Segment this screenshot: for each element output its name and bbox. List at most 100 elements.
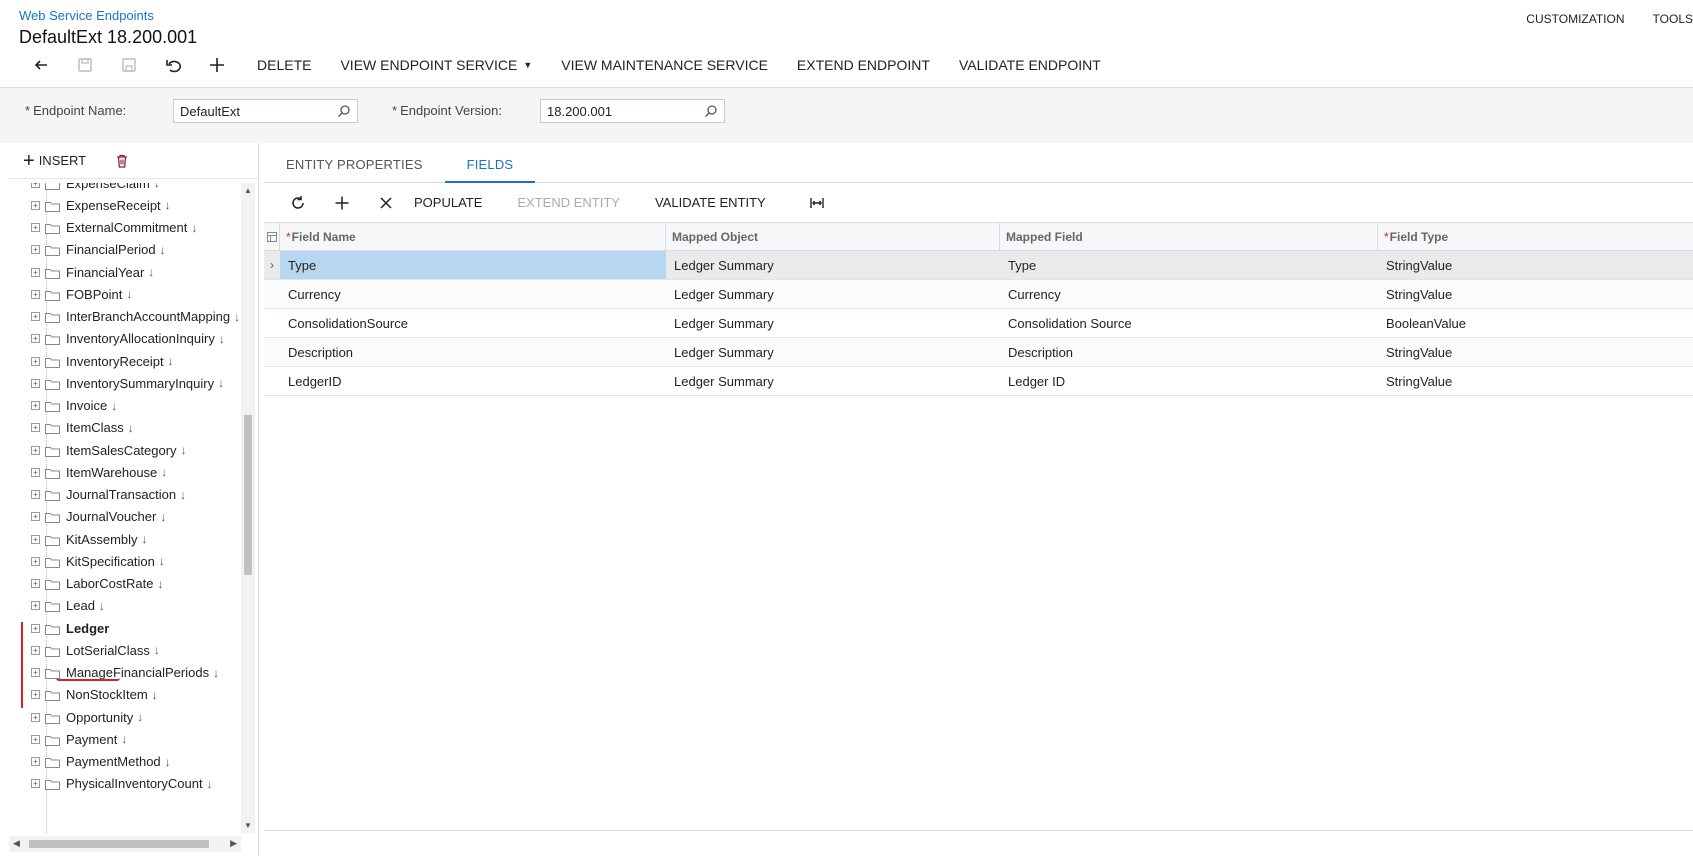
scroll-left-icon[interactable]: ◀ <box>13 838 20 849</box>
table-row[interactable]: › Type Ledger Summary Type StringValue <box>264 251 1693 280</box>
expand-icon[interactable]: + <box>31 378 40 388</box>
customization-menu[interactable]: CUSTOMIZATION <box>1526 12 1624 26</box>
tree-item[interactable]: + KitSpecification ↓ <box>31 550 165 572</box>
breadcrumb[interactable]: Web Service Endpoints <box>19 8 154 23</box>
save-close-button[interactable] <box>63 52 107 78</box>
insert-button[interactable]: + INSERT <box>23 151 86 171</box>
tree-item[interactable]: + PhysicalInventoryCount ↓ <box>31 773 213 795</box>
expand-icon[interactable]: + <box>31 712 40 722</box>
expand-icon[interactable]: + <box>31 401 40 410</box>
cell-field-name[interactable]: LedgerID <box>280 367 666 395</box>
cell-mapped-object[interactable]: Ledger Summary <box>666 338 1000 366</box>
view-maintenance-service-button[interactable]: VIEW MAINTENANCE SERVICE <box>561 57 768 73</box>
cell-field-type[interactable]: BooleanValue <box>1378 309 1693 337</box>
refresh-button[interactable] <box>276 189 320 217</box>
fit-columns-button[interactable] <box>795 189 839 217</box>
tree-item[interactable]: + FinancialYear ↓ <box>31 261 154 283</box>
extend-endpoint-button[interactable]: EXTEND ENDPOINT <box>797 57 930 73</box>
extend-entity-button[interactable]: EXTEND ENTITY <box>517 195 620 210</box>
column-header-mapped-field[interactable]: Mapped Field <box>1000 223 1378 250</box>
expand-icon[interactable]: + <box>31 445 40 455</box>
tree-item[interactable]: + PaymentMethod ↓ <box>31 751 171 773</box>
table-row[interactable]: ConsolidationSource Ledger Summary Consoli… <box>264 309 1693 338</box>
scroll-thumb[interactable] <box>244 415 252 575</box>
tree-item[interactable]: + ItemWarehouse ↓ <box>31 461 167 483</box>
endpoint-name-field[interactable]: DefaultExt <box>173 99 358 123</box>
cell-mapped-field[interactable]: Currency <box>1000 280 1378 308</box>
expand-icon[interactable]: + <box>31 601 40 611</box>
column-header-mapped-object[interactable]: Mapped Object <box>666 223 1000 250</box>
expand-icon[interactable]: + <box>31 200 40 210</box>
search-icon[interactable] <box>704 104 718 118</box>
expand-icon[interactable]: + <box>31 779 40 789</box>
tree-item[interactable]: + KitAssembly ↓ <box>31 528 148 550</box>
expand-icon[interactable]: + <box>31 223 40 232</box>
cell-field-name[interactable]: Description <box>280 338 666 366</box>
populate-button[interactable]: POPULATE <box>414 195 482 210</box>
delete-row-button[interactable] <box>364 189 408 217</box>
expand-icon[interactable]: + <box>31 534 40 544</box>
tree-item[interactable]: + InventoryReceipt ↓ <box>31 350 174 372</box>
expand-icon[interactable]: + <box>31 579 40 588</box>
tree-item[interactable]: + Invoice ↓ <box>31 395 117 417</box>
expand-icon[interactable]: + <box>31 645 40 655</box>
add-row-button[interactable] <box>320 189 364 217</box>
cell-mapped-object[interactable]: Ledger Summary <box>666 251 1000 279</box>
add-button[interactable] <box>195 52 239 78</box>
tree-item[interactable]: + ExternalCommitment ↓ <box>31 217 197 239</box>
tree-item[interactable]: + ExpenseClaim ↓ <box>31 183 160 194</box>
expand-icon[interactable]: + <box>31 556 40 566</box>
cell-mapped-object[interactable]: Ledger Summary <box>666 309 1000 337</box>
trash-icon[interactable] <box>114 153 130 169</box>
expand-icon[interactable]: + <box>31 490 40 499</box>
table-row[interactable]: Currency Ledger Summary Currency StringValu… <box>264 280 1693 309</box>
scroll-up-icon[interactable]: ▲ <box>244 186 252 195</box>
expand-icon[interactable]: + <box>31 623 40 633</box>
tree-item[interactable]: + Lead ↓ <box>31 595 105 617</box>
validate-endpoint-button[interactable]: VALIDATE ENDPOINT <box>959 57 1101 73</box>
tree-item[interactable]: + NonStockItem ↓ <box>31 684 158 706</box>
tree-item[interactable]: + InterBranchAccountMapping ↓ <box>31 306 240 328</box>
tree-item[interactable]: + Payment ↓ <box>31 728 127 750</box>
tree-item[interactable]: + ItemSalesCategory ↓ <box>31 439 187 461</box>
expand-icon[interactable]: + <box>31 289 40 299</box>
expand-icon[interactable]: + <box>31 690 40 700</box>
cell-field-name[interactable]: ConsolidationSource <box>280 309 666 337</box>
cell-mapped-field[interactable]: Consolidation Source <box>1000 309 1378 337</box>
tree-item[interactable]: + FOBPoint ↓ <box>31 283 132 305</box>
table-row[interactable]: LedgerID Ledger Summary Ledger ID StringVal… <box>264 367 1693 396</box>
tree-item[interactable]: + ExpenseReceipt ↓ <box>31 194 171 216</box>
cell-mapped-object[interactable]: Ledger Summary <box>666 280 1000 308</box>
cell-field-type[interactable]: StringValue <box>1378 251 1693 279</box>
expand-icon[interactable]: + <box>31 356 40 366</box>
tree-vertical-scrollbar[interactable]: ▲ ▼ <box>241 183 255 833</box>
view-endpoint-service-button[interactable]: VIEW ENDPOINT SERVICE ▼ <box>340 57 532 73</box>
tree-item[interactable]: + JournalTransaction ↓ <box>31 484 186 506</box>
cell-field-name[interactable]: Type <box>280 251 666 279</box>
tab-fields[interactable]: FIELDS <box>444 143 536 183</box>
cell-mapped-field[interactable]: Ledger ID <box>1000 367 1378 395</box>
delete-button[interactable]: DELETE <box>257 57 311 73</box>
table-row[interactable]: Description Ledger Summary Description Stri… <box>264 338 1693 367</box>
expand-icon[interactable]: + <box>31 512 40 522</box>
column-header-field-name[interactable]: *Field Name <box>280 223 666 250</box>
expand-icon[interactable]: + <box>31 757 40 766</box>
save-button[interactable] <box>107 52 151 78</box>
back-button[interactable] <box>19 52 63 78</box>
cell-mapped-field[interactable]: Type <box>1000 251 1378 279</box>
tab-entity-properties[interactable]: ENTITY PROPERTIES <box>264 143 445 183</box>
tree-horizontal-scrollbar[interactable]: ◀ ▶ <box>9 836 241 852</box>
expand-icon[interactable]: + <box>31 467 40 477</box>
tree-item[interactable]: + InventoryAllocationInquiry ↓ <box>31 328 225 350</box>
tree-item[interactable]: + FinancialPeriod ↓ <box>31 239 166 261</box>
tree-item[interactable]: + Opportunity ↓ <box>31 706 143 728</box>
scroll-thumb[interactable] <box>29 840 209 848</box>
expand-icon[interactable]: + <box>31 267 40 277</box>
validate-entity-button[interactable]: VALIDATE ENTITY <box>655 195 766 210</box>
cell-mapped-field[interactable]: Description <box>1000 338 1378 366</box>
tree-item[interactable]: + LotSerialClass ↓ <box>31 639 160 661</box>
endpoint-version-field[interactable]: 18.200.001 <box>540 99 725 123</box>
tree-item[interactable]: + JournalVoucher ↓ <box>31 506 166 528</box>
undo-button[interactable] <box>151 52 195 78</box>
expand-icon[interactable]: + <box>31 245 40 255</box>
